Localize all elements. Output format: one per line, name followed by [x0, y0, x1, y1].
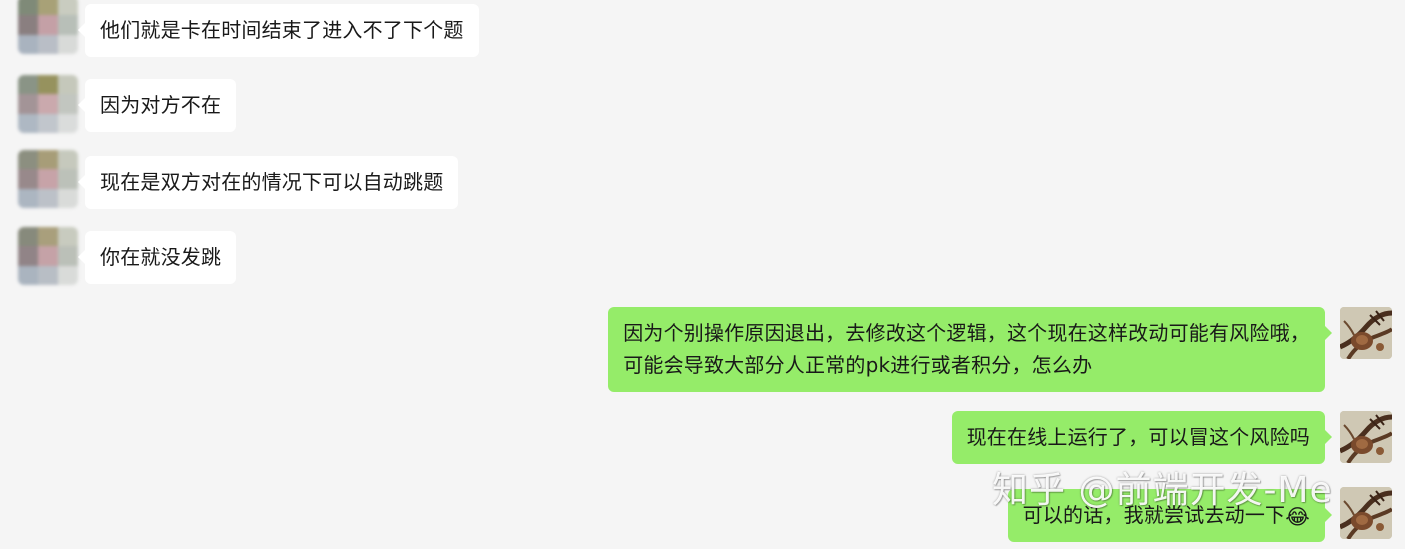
- user-avatar[interactable]: [1340, 307, 1392, 359]
- message-text: 可以的话，我就尝试去动一下: [1022, 503, 1286, 527]
- message-text: 因为对方不在: [100, 93, 222, 117]
- message-bubble-outgoing[interactable]: 现在在线上运行了，可以冒这个风险吗: [951, 411, 1333, 464]
- message-bubble-incoming[interactable]: 你在就没发跳: [77, 231, 237, 284]
- contact-avatar[interactable]: [18, 0, 78, 54]
- user-avatar[interactable]: [1340, 411, 1392, 463]
- message-text: 你在就没发跳: [100, 245, 222, 269]
- tears-of-joy-icon: 😂: [1285, 505, 1310, 529]
- message-text-line: 因为个别操作原因退出，去修改这个逻辑，这个现在这样改动可能有风险哦，: [623, 321, 1310, 345]
- message-text-line: 可能会导致大部分人正常的pk进行或者积分，怎么办: [623, 353, 1093, 377]
- user-avatar-icon: [1340, 411, 1392, 463]
- contact-avatar[interactable]: [18, 75, 78, 133]
- user-avatar[interactable]: [1340, 487, 1392, 539]
- message-bubble-incoming[interactable]: 现在是双方对在的情况下可以自动跳题: [77, 156, 459, 209]
- message-text: 现在是双方对在的情况下可以自动跳题: [100, 170, 444, 194]
- message-bubble-outgoing[interactable]: 可以的话，我就尝试去动一下😂: [1007, 489, 1333, 542]
- contact-avatar[interactable]: [18, 150, 78, 208]
- message-text: 现在在线上运行了，可以冒这个风险吗: [966, 425, 1310, 449]
- user-avatar-icon: [1340, 487, 1392, 539]
- message-bubble-incoming[interactable]: 因为对方不在: [77, 79, 237, 132]
- message-bubble-outgoing[interactable]: 因为个别操作原因退出，去修改这个逻辑，这个现在这样改动可能有风险哦， 可能会导致…: [608, 307, 1332, 392]
- user-avatar-icon: [1340, 307, 1392, 359]
- contact-avatar[interactable]: [18, 227, 78, 285]
- message-bubble-incoming[interactable]: 他们就是卡在时间结束了进入不了下个题: [78, 4, 479, 57]
- message-text: 他们就是卡在时间结束了进入不了下个题: [100, 18, 464, 42]
